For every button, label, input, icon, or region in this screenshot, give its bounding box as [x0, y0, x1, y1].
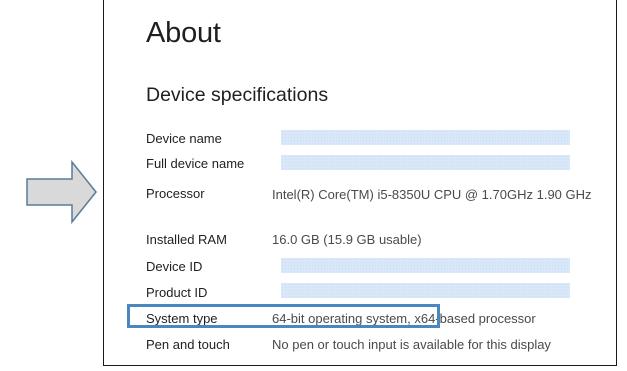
- device-name-redacted-value: [281, 130, 570, 145]
- full-device-name-label: Full device name: [146, 156, 245, 171]
- processor-value: Intel(R) Core(TM) i5-8350U CPU @ 1.70GHz…: [272, 187, 592, 202]
- right-arrow-icon: [26, 160, 97, 224]
- section-title: Device specifications: [146, 84, 329, 106]
- screenshot-stage: About Device specifications Device name …: [0, 0, 627, 371]
- installed-ram-value: 16.0 GB (15.9 GB usable): [272, 232, 422, 247]
- processor-label: Processor: [146, 186, 205, 201]
- device-id-redacted-value: [281, 258, 570, 273]
- page-title: About: [146, 17, 221, 49]
- pen-and-touch-label: Pen and touch: [146, 337, 230, 352]
- pen-and-touch-value: No pen or touch input is available for t…: [272, 337, 551, 352]
- installed-ram-label: Installed RAM: [146, 232, 227, 247]
- product-id-redacted-value: [281, 283, 570, 298]
- system-type-highlight-box: [127, 304, 440, 328]
- product-id-label: Product ID: [146, 285, 208, 300]
- device-id-label: Device ID: [146, 259, 203, 274]
- full-device-name-redacted-value: [281, 155, 570, 170]
- about-panel: About Device specifications Device name …: [103, 0, 617, 366]
- device-name-label: Device name: [146, 131, 222, 146]
